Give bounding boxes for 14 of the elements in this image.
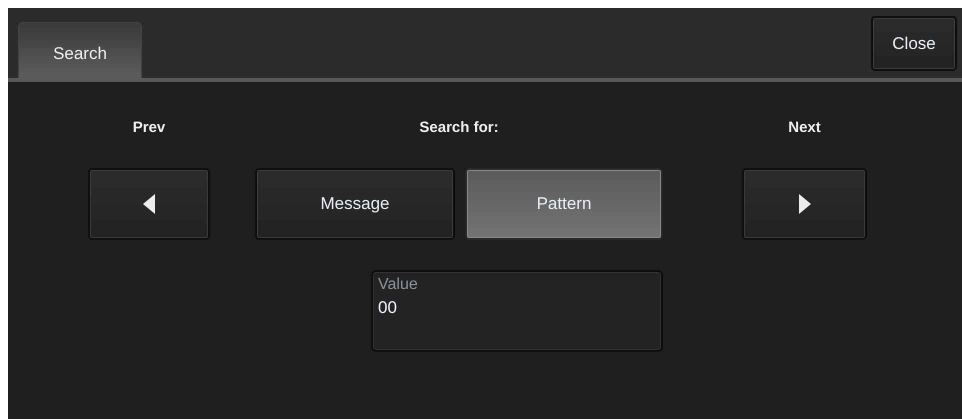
left-arrow-icon	[143, 194, 155, 214]
search-option[interactable]: Message	[255, 168, 455, 240]
prev-label: Prev	[132, 119, 166, 136]
field-label: Value	[378, 276, 419, 294]
prev-button[interactable]	[88, 168, 210, 240]
value-field[interactable]: Value 00	[371, 270, 663, 352]
search-option[interactable]: Pattern	[465, 168, 663, 240]
search-tab[interactable]: Search	[18, 22, 142, 78]
right-arrow-icon	[798, 194, 810, 214]
next-button[interactable]	[742, 168, 867, 240]
next-label: Next	[787, 119, 822, 136]
close-button[interactable]: Close	[871, 16, 957, 71]
search-for-label: Search for:	[418, 119, 500, 136]
field-value: 00	[378, 298, 397, 318]
